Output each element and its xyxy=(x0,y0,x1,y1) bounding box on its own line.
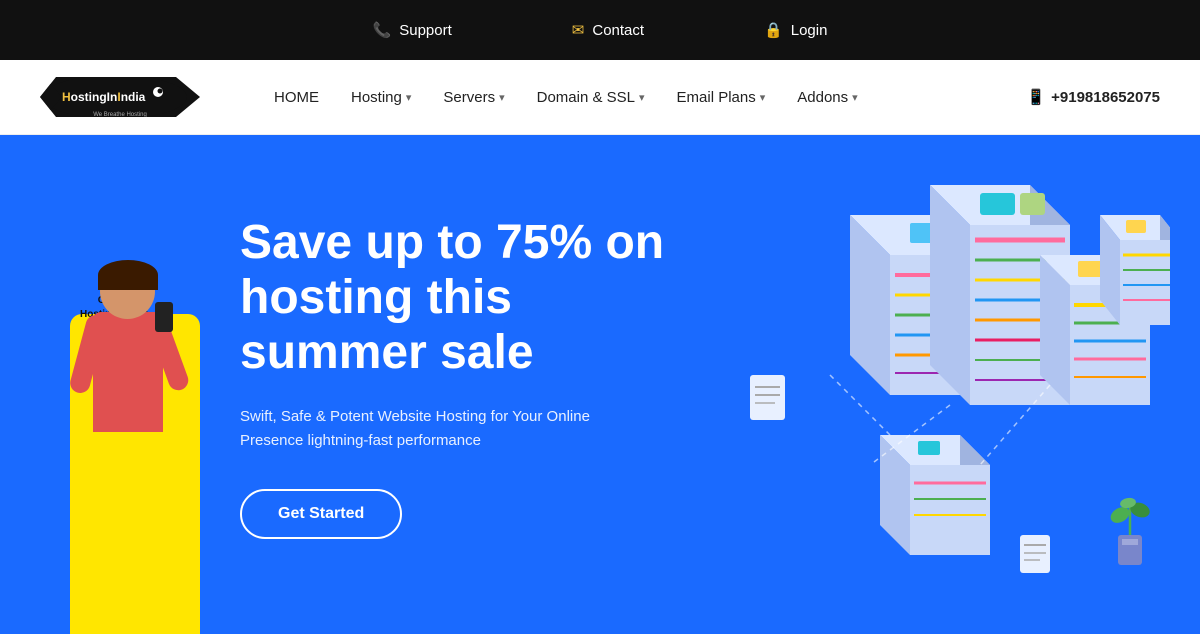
hero-title: Save up to 75% on hosting this summer sa… xyxy=(240,215,680,381)
hero-subtitle: Swift, Safe & Potent Website Hosting for… xyxy=(240,405,640,453)
contact-label: Contact xyxy=(592,22,644,39)
support-link[interactable]: 📞 Support xyxy=(373,21,452,39)
addons-chevron: ▾ xyxy=(852,91,858,104)
nav-email-plans[interactable]: Email Plans ▾ xyxy=(663,81,780,114)
domain-chevron: ▾ xyxy=(639,91,645,104)
hosting-chevron: ▾ xyxy=(406,91,412,104)
navbar: HostingInIndia We Breathe Hosting HOME H… xyxy=(0,60,1200,135)
person-hair xyxy=(98,260,158,290)
nav-home[interactable]: HOME xyxy=(260,81,333,114)
contact-link[interactable]: ✉ Contact xyxy=(572,21,644,39)
person-phone-prop xyxy=(155,302,173,332)
top-bar: 📞 Support ✉ Contact 🔒 Login xyxy=(0,0,1200,60)
login-label: Login xyxy=(791,22,828,39)
server-illustration xyxy=(670,155,1170,634)
email-icon: ✉ xyxy=(572,21,585,39)
login-link[interactable]: 🔒 Login xyxy=(764,21,827,39)
lock-icon: 🔒 xyxy=(764,21,783,39)
support-label: Support xyxy=(399,22,452,39)
person-body xyxy=(93,312,163,432)
nav-addons[interactable]: Addons ▾ xyxy=(783,81,871,114)
servers-chevron: ▾ xyxy=(499,91,505,104)
nav-links: HOME Hosting ▾ Servers ▾ Domain & SSL ▾ … xyxy=(260,81,1026,114)
server-svg xyxy=(670,155,1170,634)
mobile-icon: 📱 xyxy=(1026,88,1045,106)
get-started-button[interactable]: Get Started xyxy=(240,489,402,539)
hero-section: Only at HostingInIndia Personal consulta… xyxy=(0,135,1200,634)
nav-hosting[interactable]: Hosting ▾ xyxy=(337,81,425,114)
email-chevron: ▾ xyxy=(760,91,766,104)
nav-servers[interactable]: Servers ▾ xyxy=(429,81,518,114)
nav-domain-ssl[interactable]: Domain & SSL ▾ xyxy=(523,81,659,114)
hero-person: Only at HostingInIndia Personal consulta… xyxy=(50,234,210,634)
phone-icon: 📞 xyxy=(373,21,392,39)
nav-phone[interactable]: 📱 +919818652075 xyxy=(1026,88,1160,106)
logo[interactable]: HostingInIndia We Breathe Hosting xyxy=(40,72,200,122)
hero-content: Save up to 75% on hosting this summer sa… xyxy=(240,215,680,539)
